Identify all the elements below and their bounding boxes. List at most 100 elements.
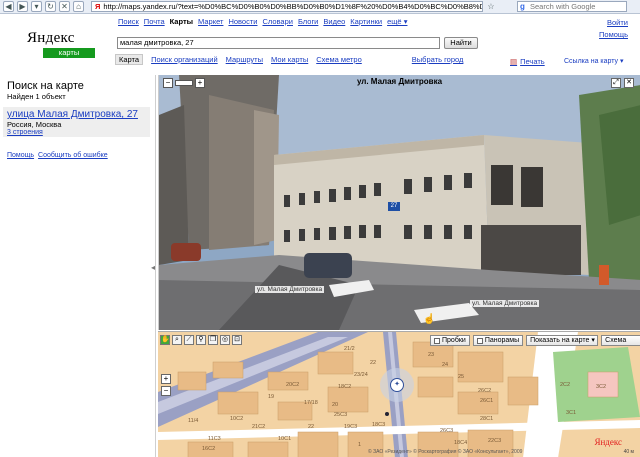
building-label: 3C2 — [596, 384, 607, 390]
layers-icon[interactable]: ❐ — [208, 335, 218, 345]
tab-metro[interactable]: Схема метро — [316, 55, 362, 64]
list-item[interactable]: улица Малая Дмитровка, 27 Россия, Москва… — [3, 107, 150, 137]
building-label: 26C3 — [440, 428, 454, 434]
house-number-sign: 27 — [388, 202, 400, 211]
find-button[interactable]: Найти — [444, 37, 478, 49]
building-label: 17/18 — [304, 400, 318, 406]
panorama-zoom-out-button[interactable]: − — [163, 78, 173, 88]
map-type-dropdown[interactable]: Схема▾ — [601, 335, 640, 346]
service-link[interactable]: Картинки — [350, 17, 382, 26]
service-link-more[interactable]: ещё ▾ — [387, 17, 407, 26]
result-buildings-link[interactable]: 3 строения — [7, 129, 150, 136]
dropdown-icon[interactable]: ▾ — [31, 1, 42, 12]
building-label: 22 — [370, 360, 377, 366]
service-link[interactable]: Маркет — [198, 17, 223, 26]
map-tools: ✋ ⌕ ⟋ ⚲ ❐ ◎ ⊡ — [160, 335, 242, 345]
panorama-zoom-slider[interactable] — [175, 80, 193, 86]
building-label: 21/2 — [344, 346, 355, 352]
panorama-title: ул. Малая Дмитровка — [356, 77, 443, 86]
pin-icon[interactable]: ⚲ — [196, 335, 206, 345]
choose-city-link[interactable]: Выбрать город — [412, 55, 464, 64]
url-bar[interactable]: Я http://maps.yandex.ru/?text=%D0%BC%D0%… — [91, 1, 483, 12]
map-layer-controls: Пробки Панорамы Показать на карте ▾ Схема… — [430, 335, 640, 346]
login-link[interactable]: Войти — [599, 17, 628, 29]
tab-organizations[interactable]: Поиск организаций — [151, 55, 218, 64]
building-label: 11/4 — [188, 418, 199, 424]
service-link[interactable]: Почта — [144, 17, 165, 26]
panorama-view-indicator[interactable]: ✦ — [380, 368, 414, 402]
help-link[interactable]: Помощь — [599, 29, 628, 41]
building-label: 22 — [308, 424, 315, 430]
collapse-sidebar-icon[interactable]: ◂ — [151, 263, 155, 272]
report-error-link[interactable]: Сообщить об ошибке — [38, 152, 108, 159]
home-icon[interactable]: ⌂ — [73, 1, 84, 12]
panorama-window-controls: ⤢ ✕ — [611, 78, 634, 88]
map-search-input[interactable]: малая дмитровка, 27 — [117, 37, 440, 49]
street-map[interactable]: 21/2 22 23/24 23 24 25 26C2 26C1 28C1 20… — [158, 331, 640, 457]
map-scale: 40 м — [623, 449, 634, 455]
google-icon: g — [520, 2, 525, 11]
building-label: 19C3 — [344, 424, 358, 430]
back-icon[interactable]: ◀ — [3, 1, 14, 12]
building-label: 2C2 — [560, 382, 571, 388]
service-link[interactable]: Видео — [323, 17, 345, 26]
building-label: 20C2 — [286, 382, 300, 388]
ruler-icon[interactable]: ⟋ — [184, 335, 194, 345]
service-link[interactable]: Новости — [228, 17, 257, 26]
close-icon[interactable]: ✕ — [624, 78, 634, 88]
street-panorama[interactable]: ул. Малая Дмитровка − + ⤢ ✕ 27 ул. Малая… — [158, 75, 640, 330]
browser-search-input[interactable]: g Search with Google — [517, 1, 627, 12]
service-link[interactable]: Поиск — [118, 17, 139, 26]
favicon-icon: Я — [95, 2, 101, 11]
building-label: 26C2 — [478, 388, 492, 394]
expand-icon[interactable]: ⤢ — [611, 78, 621, 88]
results-count: Найден 1 объект — [7, 92, 66, 101]
panorama-tool-icon[interactable]: ◎ — [220, 335, 230, 345]
panorama-zoom-in-button[interactable]: + — [195, 78, 205, 88]
traffic-toggle[interactable]: Пробки — [430, 335, 470, 346]
tab-my-maps[interactable]: Мои карты — [271, 55, 308, 64]
magnifier-icon[interactable]: ⌕ — [172, 335, 182, 345]
service-link[interactable]: Блоги — [298, 17, 318, 26]
building-label: 18C2 — [338, 384, 352, 390]
street-direction-label[interactable]: ул. Малая Дмитровка — [255, 286, 325, 293]
building-label: 23 — [428, 352, 435, 358]
service-link[interactable]: Словари — [262, 17, 292, 26]
map-zoom-out-button[interactable]: − — [161, 386, 171, 396]
building-label: 25C3 — [334, 412, 348, 418]
service-link-active: Карты — [169, 17, 194, 26]
link-to-map[interactable]: Ссылка на карту ▾ — [564, 57, 624, 65]
chevron-down-icon: ▾ — [591, 337, 595, 344]
show-on-map-dropdown[interactable]: Показать на карте ▾ — [526, 335, 599, 346]
map-tabs: Карта Поиск организаций Маршруты Мои кар… — [115, 54, 463, 65]
map-yandex-logo: Яндекс — [594, 437, 622, 447]
print-link[interactable]: ▤ Печать — [510, 57, 545, 66]
tab-map[interactable]: Карта — [115, 54, 144, 65]
panorama-zoom: − + — [163, 78, 205, 88]
yandex-logo[interactable]: Яндекс карты — [27, 30, 99, 58]
map-zoom: + − — [161, 374, 171, 396]
building-label: 18C3 — [372, 422, 386, 428]
results-sidebar: Поиск на карте Найден 1 объект улица Мал… — [0, 75, 156, 457]
tab-routes[interactable]: Маршруты — [226, 55, 263, 64]
reload-icon[interactable]: ↻ — [45, 1, 56, 12]
traffic-checkbox-icon — [434, 337, 440, 344]
building-label: 18C4 — [454, 440, 468, 446]
building-label: 25 — [458, 374, 465, 380]
panoramas-toggle[interactable]: Панорамы — [472, 335, 524, 346]
building-label: 21C2 — [252, 424, 266, 430]
sidebar-help-link[interactable]: Помощь — [7, 152, 34, 159]
result-title[interactable]: улица Малая Дмитровка, 27 — [7, 109, 150, 120]
bookmark-star-icon[interactable]: ☆ — [486, 2, 496, 11]
services-nav: Поиск Почта Карты Маркет Новости Словари… — [118, 17, 407, 26]
full-view-icon[interactable]: ⊡ — [232, 335, 242, 345]
building-label: 11C3 — [208, 436, 221, 442]
street-direction-label[interactable]: ул. Малая Дмитровка — [470, 300, 540, 307]
building-label: 26C1 — [480, 398, 494, 404]
url-text: http://maps.yandex.ru/?text=%D0%BC%D0%B0… — [103, 2, 483, 11]
map-zoom-in-button[interactable]: + — [161, 374, 171, 384]
stop-icon[interactable]: ✕ — [59, 1, 70, 12]
search-row: малая дмитровка, 27 Найти — [117, 37, 478, 49]
hand-tool-icon[interactable]: ✋ — [160, 335, 170, 345]
forward-icon[interactable]: ▶ — [17, 1, 28, 12]
